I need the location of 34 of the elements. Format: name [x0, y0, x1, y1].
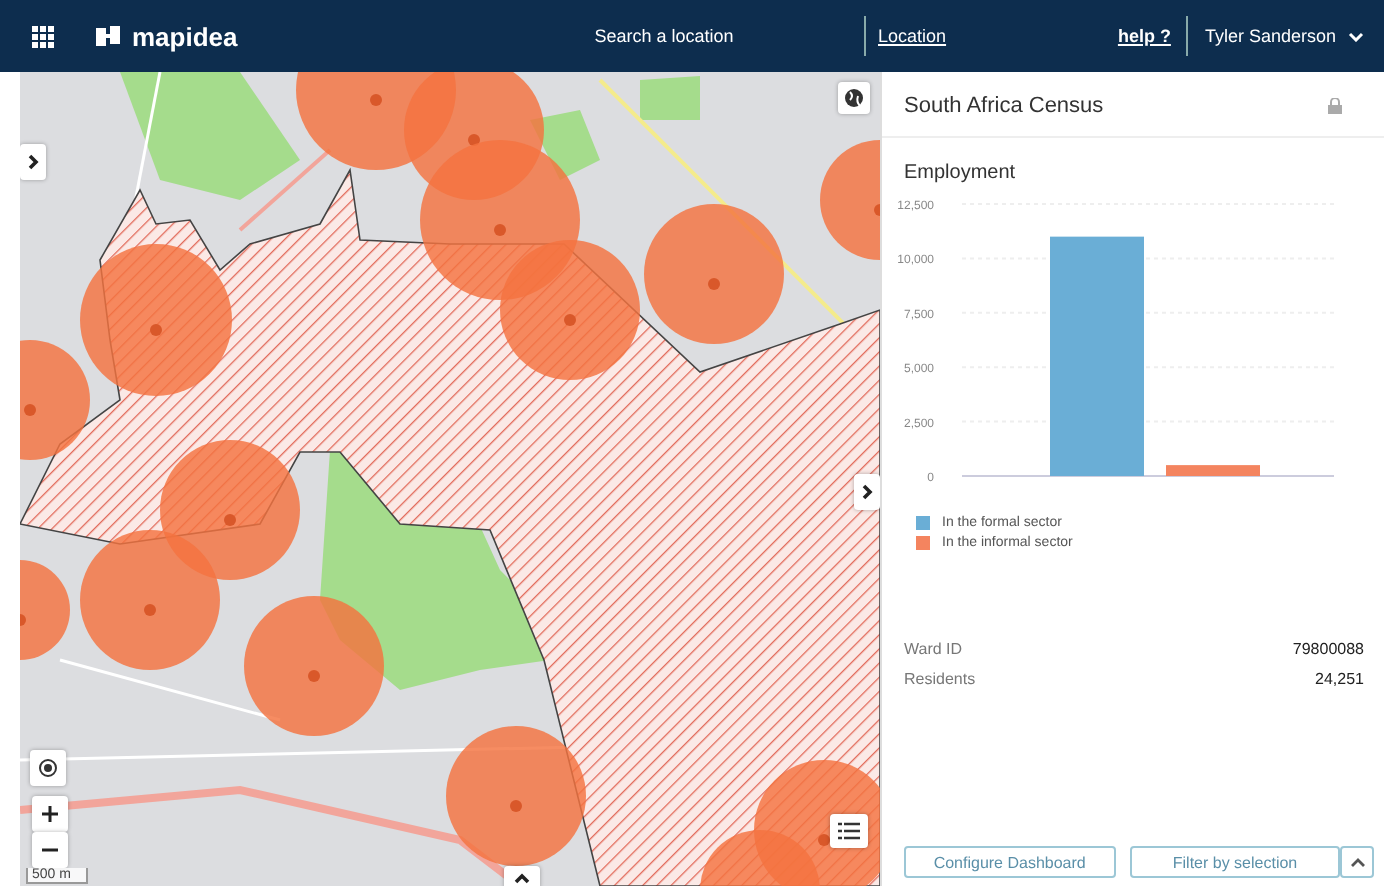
logo-text: mapidea	[132, 21, 238, 51]
chevron-right-icon[interactable]	[854, 474, 880, 510]
help-link[interactable]: help ?	[1117, 16, 1189, 56]
park-area	[640, 76, 700, 120]
panel-title: South Africa Census	[904, 94, 1104, 118]
catchment-circle	[160, 440, 300, 580]
field-label: Ward ID	[904, 640, 963, 658]
expand-button[interactable]	[1340, 846, 1375, 878]
location-link[interactable]: Location	[864, 16, 947, 56]
catchment-circle	[244, 596, 384, 736]
globe-icon[interactable]	[838, 82, 870, 114]
chevron-up-icon	[1349, 857, 1366, 867]
search-field[interactable]: Search a location	[514, 26, 814, 46]
chevron-up-icon[interactable]	[504, 866, 540, 886]
catchment-circle	[500, 240, 640, 380]
list-icon[interactable]	[830, 814, 868, 848]
user-menu[interactable]: Tyler Sanderson	[1188, 26, 1364, 46]
catchment-circle	[446, 726, 586, 866]
catchment-circle	[80, 530, 220, 670]
field-value: 24,251	[1315, 670, 1364, 688]
catchment-circle	[644, 204, 784, 344]
field-label: Residents	[904, 670, 976, 688]
zoom-in-icon[interactable]	[32, 796, 68, 832]
field-value: 79800088	[1292, 640, 1364, 658]
road-line	[238, 148, 332, 232]
apps-grid-icon[interactable]	[32, 25, 54, 47]
configure-button[interactable]: Configure Dashboard	[904, 846, 1116, 878]
logo-icon	[94, 24, 122, 48]
locate-icon[interactable]	[30, 750, 66, 786]
zoom-out-icon[interactable]	[32, 832, 68, 868]
chevron-right-icon[interactable]	[20, 144, 46, 180]
filter-button[interactable]: Filter by selection	[1129, 846, 1341, 878]
chevron-down-icon	[1348, 31, 1364, 41]
widget-title: Employment	[902, 160, 1018, 188]
